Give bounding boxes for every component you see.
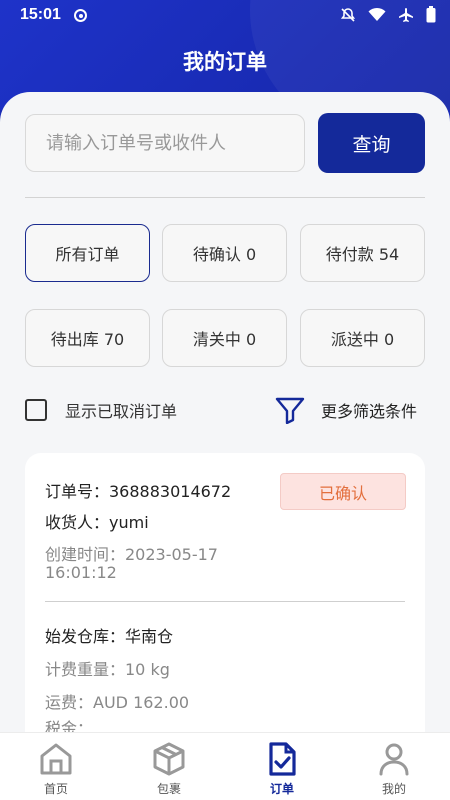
tab-home[interactable]: 首页	[0, 733, 112, 800]
more-filters-button[interactable]: 更多筛选条件	[275, 396, 417, 424]
search-button[interactable]: 查询	[318, 113, 425, 173]
filter-customs[interactable]: 清关中 0	[162, 309, 287, 367]
search-input[interactable]	[25, 114, 305, 172]
package-icon	[153, 742, 185, 776]
tab-mine[interactable]: 我的	[338, 733, 450, 800]
wifi-icon	[368, 7, 386, 21]
order-created: 创建时间：2023-05-17	[45, 545, 218, 564]
tab-package[interactable]: 包裹	[113, 733, 225, 800]
filter-delivering[interactable]: 派送中 0	[300, 309, 425, 367]
tab-home-label: 首页	[43, 782, 68, 796]
mute-icon	[340, 7, 356, 22]
record-icon	[74, 9, 87, 22]
show-cancelled-checkbox[interactable]	[25, 399, 47, 421]
airplane-icon	[399, 7, 413, 22]
filter-pending-outbound[interactable]: 待出库 70	[25, 309, 150, 367]
filter-icon	[275, 397, 305, 424]
order-tax: 税金：	[45, 719, 94, 732]
page-title: 我的订单	[183, 50, 267, 74]
status-time: 15:01	[20, 6, 61, 23]
status-bar: 15:01	[0, 0, 450, 32]
order-fee: 运费：AUD 162.00	[45, 693, 190, 712]
card-divider	[45, 601, 405, 602]
home-icon	[40, 743, 72, 775]
order-warehouse: 始发仓库：华南仓	[45, 627, 174, 646]
order-receiver: 收货人：yumi	[45, 513, 149, 532]
show-cancelled-label: 显示已取消订单	[65, 402, 178, 421]
show-cancelled-toggle[interactable]: 显示已取消订单	[25, 398, 177, 422]
bottom-tab-bar: 首页 包裹 订单 我的	[0, 732, 450, 800]
divider	[25, 197, 425, 198]
more-filters-label: 更多筛选条件	[321, 402, 418, 421]
tab-package-label: 包裹	[156, 782, 181, 796]
order-card[interactable]: 订单号：368883014672 已确认 收货人：yumi 创建时间：2023-…	[25, 453, 425, 732]
user-icon	[379, 743, 409, 776]
content-sheet: 查询 所有订单 待确认 0 待付款 54 待出库 70 清关中 0 派送中 0 …	[0, 92, 450, 732]
tab-mine-label: 我的	[381, 782, 406, 796]
order-icon	[269, 742, 296, 776]
filter-pending-confirm[interactable]: 待确认 0	[162, 224, 287, 282]
battery-icon	[426, 6, 436, 23]
tab-orders[interactable]: 订单	[226, 733, 338, 800]
filter-pending-payment[interactable]: 待付款 54	[300, 224, 425, 282]
status-badge: 已确认	[280, 473, 406, 510]
tab-orders-label: 订单	[269, 782, 294, 796]
order-weight: 计费重量：10 kg	[45, 660, 170, 679]
filter-all-orders[interactable]: 所有订单	[25, 224, 150, 282]
order-number: 订单号：368883014672	[45, 482, 232, 501]
order-created-time: 16:01:12	[45, 563, 117, 582]
